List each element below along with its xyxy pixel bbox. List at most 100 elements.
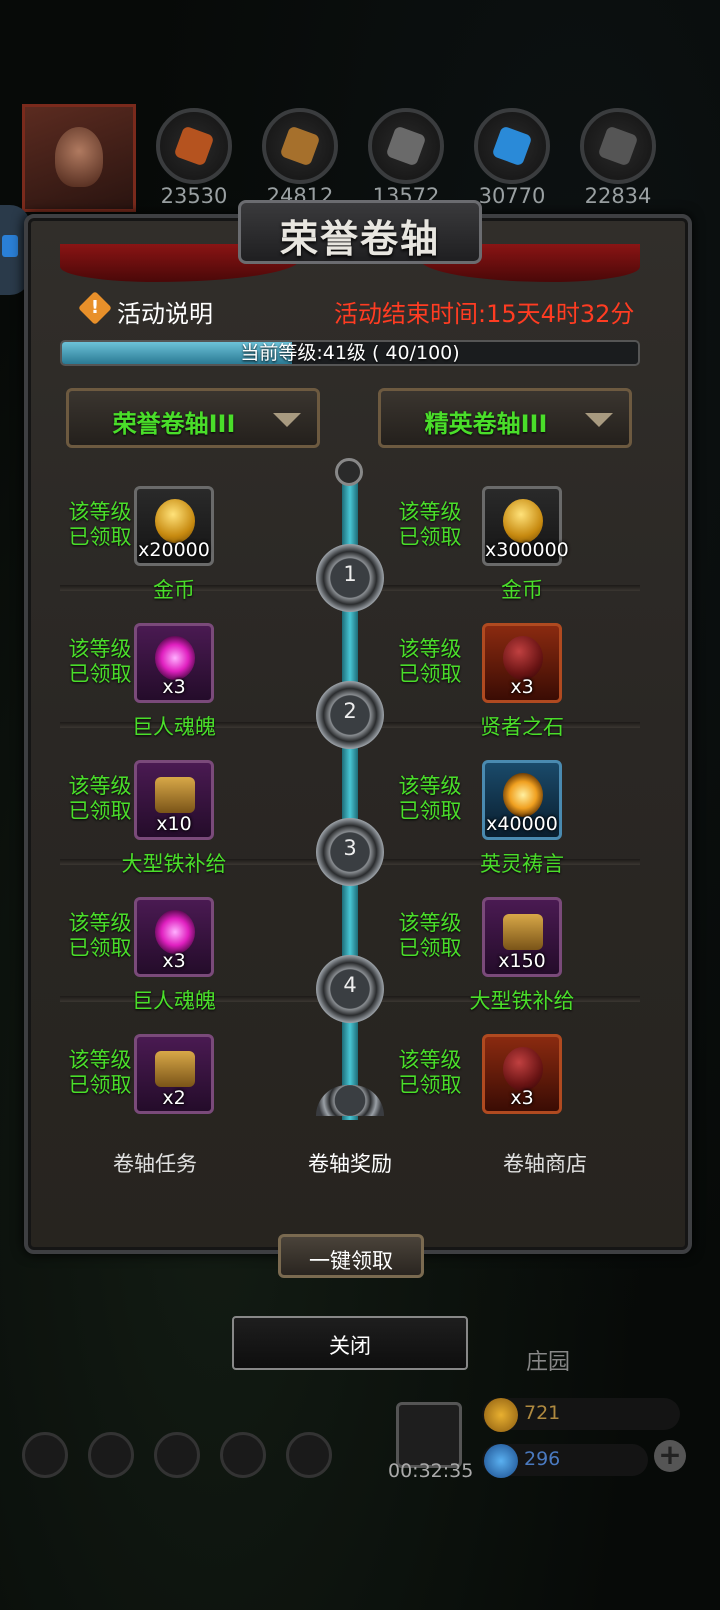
level-number: 4: [343, 973, 357, 997]
gem-icon: [484, 1444, 518, 1478]
level-node: 4: [316, 955, 384, 1023]
item-quantity: x20000: [138, 539, 210, 561]
level-node: 1: [316, 544, 384, 612]
iron-supply-chest-icon: [155, 777, 195, 813]
elite-scroll-select[interactable]: 精英卷轴III: [378, 388, 632, 448]
item-name: 巨人魂魄: [132, 715, 216, 739]
rank-icon[interactable]: [88, 1432, 134, 1478]
settings-icon[interactable]: [22, 1432, 68, 1478]
reward-item-left[interactable]: x3: [134, 623, 214, 703]
sage-stone-icon: [503, 636, 543, 680]
side-tab-icon: [2, 235, 18, 257]
chevron-down-icon: [273, 413, 301, 427]
tab-scroll-tasks[interactable]: 卷轴任务: [60, 1148, 250, 1178]
claimed-status: 该等级 已领取: [398, 774, 462, 823]
avatar-face: [55, 127, 103, 187]
item-quantity: x3: [162, 676, 186, 698]
resource-amount: 22834: [584, 184, 652, 208]
gold-coins-icon: [155, 499, 195, 543]
reward-item-right[interactable]: x3: [482, 623, 562, 703]
claimed-status: 该等级 已领取: [398, 911, 462, 960]
claim-all-button[interactable]: 一键领取: [278, 1234, 424, 1278]
sage-stone-icon: [503, 1047, 543, 1091]
item-quantity: x3: [162, 950, 186, 972]
gold-balance: 721: [482, 1398, 680, 1432]
close-button[interactable]: 关闭: [232, 1316, 468, 1370]
item-quantity: x150: [498, 950, 546, 972]
item-quantity: x2: [162, 1087, 186, 1109]
giant-soul-icon: [155, 636, 195, 680]
level-progress-bar: 当前等级:41级 ( 40/100): [60, 340, 640, 366]
level-number: 2: [343, 699, 357, 723]
iron-icon[interactable]: [368, 108, 444, 184]
resource-glyph: [491, 125, 533, 167]
add-currency-button[interactable]: +: [654, 1440, 686, 1472]
gift-timer: 00:32:35: [388, 1460, 474, 1482]
activity-info-link[interactable]: 活动说明: [117, 294, 213, 329]
reward-item-right[interactable]: x300000: [482, 486, 569, 566]
item-name: 大型铁补给: [469, 989, 575, 1013]
reward-item-right[interactable]: x40000: [482, 760, 562, 840]
item-quantity: x10: [156, 813, 192, 835]
level-number: 1: [343, 562, 357, 586]
panel-title: 荣誉卷轴: [279, 216, 440, 261]
chevron-down-icon: [585, 413, 613, 427]
honor-scroll-select[interactable]: 荣誉卷轴III: [66, 388, 320, 448]
claimed-status: 该等级 已领取: [398, 500, 462, 549]
claimed-status: 该等级 已领取: [398, 637, 462, 686]
castle-icon[interactable]: [154, 1432, 200, 1478]
tab-scroll-shop[interactable]: 卷轴商店: [450, 1148, 640, 1178]
gift-box-icon[interactable]: [396, 1402, 462, 1468]
track-cap: [335, 458, 363, 486]
claimed-status: 该等级 已领取: [68, 637, 132, 686]
gem-balance: 296: [482, 1444, 648, 1478]
reward-item-right[interactable]: x3: [482, 1034, 562, 1114]
level-node: 3: [316, 818, 384, 886]
player-avatar[interactable]: [22, 104, 136, 212]
reward-item-right[interactable]: x150: [482, 897, 562, 977]
claimed-status: 该等级 已领取: [68, 774, 132, 823]
mail-icon[interactable]: [220, 1432, 266, 1478]
item-quantity: x3: [510, 676, 534, 698]
reward-item-left[interactable]: x20000: [134, 486, 214, 566]
hero-prayer-icon: [503, 773, 543, 817]
claimed-status: 该等级 已领取: [68, 1048, 132, 1097]
item-name: 英灵祷言: [480, 852, 564, 876]
gold-icon: [484, 1398, 518, 1432]
resource-amount: 23530: [160, 184, 228, 208]
leather-icon[interactable]: [156, 108, 232, 184]
progress-text: 当前等级:41级 ( 40/100): [240, 342, 460, 364]
wood-icon[interactable]: [262, 108, 338, 184]
crystal-icon[interactable]: [474, 108, 550, 184]
item-quantity: x3: [510, 1087, 534, 1109]
activity-end-time: 活动结束时间:15天4时32分: [334, 300, 635, 328]
claimed-status: 该等级 已领取: [398, 1048, 462, 1097]
elite-scroll-select-label: 精英卷轴III: [424, 410, 548, 438]
item-quantity: x40000: [486, 813, 558, 835]
claimed-status: 该等级 已领取: [68, 911, 132, 960]
item-name: 大型铁补给: [121, 852, 227, 876]
alliance-icon[interactable]: [286, 1432, 332, 1478]
resource-glyph: [385, 125, 427, 167]
stone-icon[interactable]: [580, 108, 656, 184]
iron-supply-chest-icon: [503, 914, 543, 950]
item-name: 贤者之石: [480, 715, 564, 739]
resource-glyph: [173, 125, 215, 167]
manor-label[interactable]: 庄园: [526, 1344, 570, 1376]
reward-item-left[interactable]: x2: [134, 1034, 214, 1114]
claimed-status: 该等级 已领取: [68, 500, 132, 549]
item-name: 巨人魂魄: [132, 989, 216, 1013]
item-name: 金币: [501, 578, 543, 602]
iron-supply-chest-icon: [155, 1051, 195, 1087]
honor-scroll-select-label: 荣誉卷轴III: [112, 410, 236, 438]
info-icon[interactable]: !: [78, 291, 112, 325]
level-node: 2: [316, 681, 384, 749]
reward-item-left[interactable]: x10: [134, 760, 214, 840]
resource-glyph: [597, 125, 639, 167]
giant-soul-icon: [155, 910, 195, 954]
reward-item-left[interactable]: x3: [134, 897, 214, 977]
item-name: 金币: [153, 578, 195, 602]
item-quantity: x300000: [485, 539, 569, 561]
tab-scroll-rewards[interactable]: 卷轴奖励: [255, 1148, 445, 1178]
level-number: 3: [343, 836, 357, 860]
